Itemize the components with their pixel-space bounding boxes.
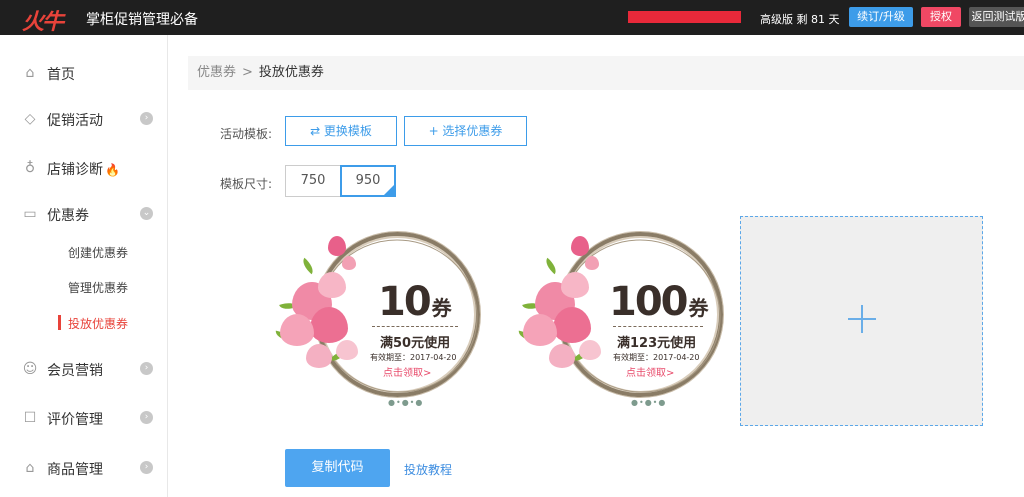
sidebar-item-label: 商品管理 bbox=[47, 462, 103, 478]
sidebar-item-label: 促销活动 bbox=[47, 113, 103, 129]
change-template-button[interactable]: ⇄ 更换模板 bbox=[285, 116, 397, 146]
app-title: 掌柜促销管理必备 bbox=[86, 12, 198, 28]
sidebar-item-coupons[interactable]: ▭ 优惠券 ⌄ bbox=[0, 202, 168, 226]
sidebar-item-home[interactable]: ⌂ 首页 bbox=[0, 61, 168, 85]
size-950-option[interactable]: 950 bbox=[340, 165, 396, 197]
coupon-validity: 有效期至：2017-04-20 bbox=[370, 353, 457, 362]
sidebar-item-product-management[interactable]: ⌂ 商品管理 › bbox=[0, 456, 168, 480]
top-bar: 火牛 掌柜促销管理必备 高级版 剩 81 天 续订/升级 授权 返回测试版 bbox=[0, 0, 1024, 35]
coupon-card[interactable]: 100 券 满123元使用 有效期至：2017-04-20 点击领取> ●•●•● bbox=[513, 222, 731, 417]
coupon-claim-link[interactable]: 点击领取> bbox=[383, 364, 431, 379]
sidebar-subitem-manage-coupons[interactable]: 管理优惠券 bbox=[68, 279, 128, 296]
user-icon: ☺ bbox=[22, 361, 38, 377]
sidebar-subitem-place-coupons[interactable]: 投放优惠券 bbox=[68, 315, 128, 332]
sidebar-item-member-marketing[interactable]: ☺ 会员营销 › bbox=[0, 357, 168, 381]
flame-icon: 🔥 bbox=[105, 163, 120, 177]
coupon-divider bbox=[613, 326, 703, 327]
sidebar-item-label: 优惠券 bbox=[47, 208, 89, 224]
sidebar-item-store-diagnosis[interactable]: ♁ 店铺诊断 🔥 bbox=[0, 156, 168, 180]
coupon-amount: 10 券 bbox=[378, 279, 452, 325]
return-test-version-button[interactable]: 返回测试版 bbox=[969, 7, 1024, 27]
selected-corner-icon bbox=[384, 185, 394, 195]
comment-icon: ☐ bbox=[23, 410, 37, 426]
redacted-username bbox=[628, 11, 741, 23]
coupon-divider bbox=[372, 326, 458, 327]
coupon-condition: 满123元使用 bbox=[617, 336, 697, 351]
size-750-option[interactable]: 750 bbox=[285, 165, 341, 197]
tag-icon: ◇ bbox=[24, 111, 36, 127]
sidebar: ⌂ 首页 ◇ 促销活动 › ♁ 店铺诊断 🔥 ▭ 优惠券 ⌄ 创建优惠券 管理优惠… bbox=[0, 35, 168, 497]
tutorial-link[interactable]: 投放教程 bbox=[404, 461, 452, 478]
brand-logo[interactable]: 火牛 bbox=[22, 4, 64, 36]
sidebar-item-review-management[interactable]: ☐ 评价管理 › bbox=[0, 406, 168, 430]
coupon-condition: 满50元使用 bbox=[380, 336, 451, 351]
sidebar-item-label: 首页 bbox=[47, 67, 75, 83]
sidebar-subitem-create-coupon[interactable]: 创建优惠券 bbox=[68, 244, 128, 261]
active-indicator bbox=[58, 315, 61, 330]
breadcrumb-separator: > bbox=[242, 65, 253, 80]
chevron-right-icon: › bbox=[140, 411, 153, 424]
sidebar-item-label: 会员营销 bbox=[47, 363, 103, 379]
chevron-right-icon: › bbox=[140, 362, 153, 375]
stethoscope-icon: ♁ bbox=[24, 160, 36, 176]
sidebar-item-promotions[interactable]: ◇ 促销活动 › bbox=[0, 107, 168, 131]
wallet-icon: ▭ bbox=[23, 206, 37, 222]
size-label: 模板尺寸: bbox=[220, 177, 273, 191]
coupon-card[interactable]: 10 券 满50元使用 有效期至：2017-04-20 点击领取> ●•●•● bbox=[270, 222, 488, 417]
breadcrumb: 优惠券 > 投放优惠券 bbox=[188, 56, 1024, 90]
chevron-right-icon: › bbox=[140, 461, 153, 474]
coupon-claim-link[interactable]: 点击领取> bbox=[626, 364, 674, 379]
breadcrumb-parent[interactable]: 优惠券 bbox=[197, 65, 236, 80]
plus-icon bbox=[848, 305, 876, 333]
shop-icon: ⌂ bbox=[25, 460, 35, 476]
authorize-button[interactable]: 授权 bbox=[921, 7, 961, 27]
coupon-amount: 100 券 bbox=[609, 279, 709, 325]
template-label: 活动模板: bbox=[220, 127, 273, 141]
bead-decoration: ●•●•● bbox=[631, 398, 667, 407]
select-coupon-button[interactable]: + 选择优惠券 bbox=[404, 116, 527, 146]
home-icon: ⌂ bbox=[25, 65, 35, 81]
renew-upgrade-button[interactable]: 续订/升级 bbox=[849, 7, 913, 27]
chevron-down-icon: ⌄ bbox=[140, 207, 153, 220]
chevron-right-icon: › bbox=[140, 112, 153, 125]
copy-code-button[interactable]: 复制代码 bbox=[285, 449, 390, 487]
bead-decoration: ●•●•● bbox=[388, 398, 424, 407]
sidebar-item-label: 店铺诊断 🔥 bbox=[47, 162, 120, 178]
add-coupon-slot[interactable] bbox=[740, 216, 983, 426]
sidebar-item-label: 评价管理 bbox=[47, 412, 103, 428]
plan-status: 高级版 剩 81 天 bbox=[760, 13, 840, 26]
breadcrumb-current: 投放优惠券 bbox=[258, 65, 324, 80]
coupon-validity: 有效期至：2017-04-20 bbox=[613, 353, 700, 362]
